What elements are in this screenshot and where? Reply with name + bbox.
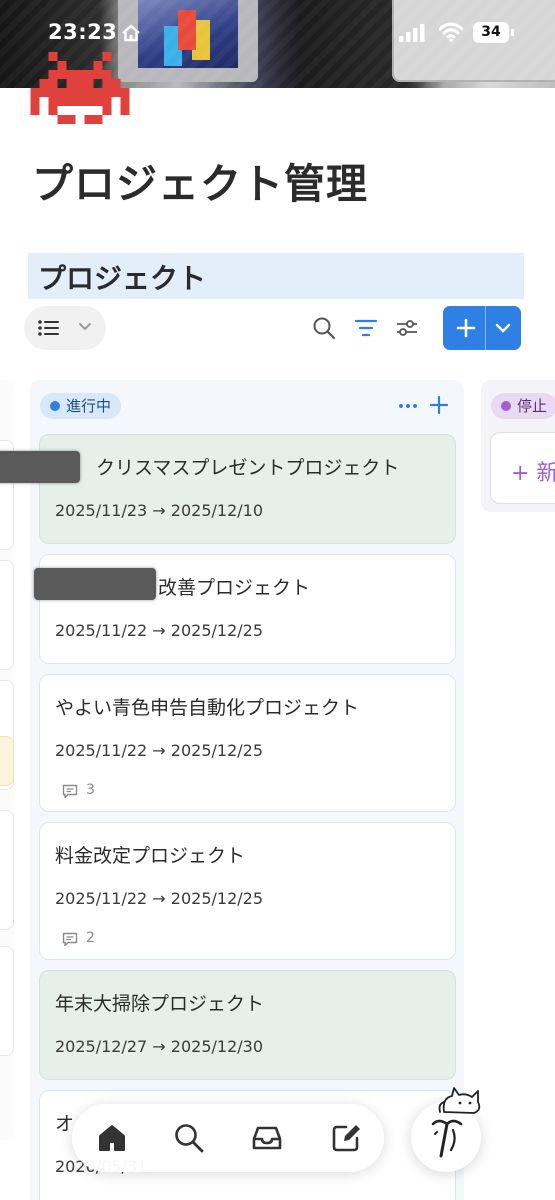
- notion-ai-icon: [431, 1119, 463, 1158]
- comment-icon: [62, 784, 78, 799]
- page-title[interactable]: プロジェクト管理: [32, 150, 368, 210]
- redacted-text: [0, 451, 80, 483]
- cellular-signal-icon: [399, 24, 425, 42]
- search-icon[interactable]: [173, 1122, 205, 1154]
- status-badge[interactable]: 進行中: [40, 393, 122, 419]
- chevron-down-icon[interactable]: [495, 323, 511, 333]
- project-card[interactable]: クリスマスプレゼントプロジェクト 2025/11/23 → 2025/12/10: [39, 434, 456, 544]
- card-title: 年末大掃除プロジェクト: [55, 993, 265, 1015]
- new-item-button[interactable]: [443, 306, 521, 350]
- card-title: やよい青色申告自動化プロジェクト: [55, 697, 360, 719]
- notion-board-page: 23:23 34 プロジェクト管理 プロジェクト 進行中 クリスマスプレゼントプ…: [0, 0, 555, 1200]
- card-title: クリスマスプレゼントプロジェクト: [96, 457, 400, 479]
- status-time: 23:23: [48, 20, 118, 44]
- plus-icon: [456, 318, 476, 338]
- view-switcher-button[interactable]: [24, 306, 106, 350]
- list-icon: [38, 320, 59, 336]
- cat-icon: [438, 1087, 481, 1114]
- redacted-text: [34, 568, 156, 600]
- project-card[interactable]: やよい青色申告自動化プロジェクト 2025/11/22 → 2025/12/25…: [39, 674, 456, 812]
- new-card-button[interactable]: + 新: [490, 432, 555, 504]
- status-dot: [50, 401, 60, 411]
- board-column-previous[interactable]: [0, 380, 14, 1140]
- card-date: 2025/11/22 → 2025/12/25: [55, 741, 264, 760]
- inbox-icon[interactable]: [251, 1122, 283, 1154]
- card-date: 2025/11/22 → 2025/12/25: [55, 621, 264, 640]
- bottom-navigation: [72, 1104, 384, 1172]
- search-icon[interactable]: [312, 316, 336, 340]
- card-date: 2025/11/22 → 2025/12/25: [55, 889, 264, 908]
- project-card[interactable]: 料金改定プロジェクト 2025/11/22 → 2025/12/25 2: [39, 822, 456, 960]
- add-card-icon[interactable]: [430, 396, 448, 414]
- home-status-icon: [122, 24, 140, 42]
- section-heading[interactable]: プロジェクト: [28, 253, 524, 299]
- battery-indicator: 34: [473, 22, 514, 43]
- more-icon[interactable]: [398, 396, 418, 416]
- card-date: 2025/12/27 → 2025/12/30: [55, 1037, 264, 1056]
- card-title: 改善プロジェクト: [158, 577, 311, 599]
- card-date: 2025/11/23 → 2025/12/10: [55, 501, 264, 520]
- card-title: 料金改定プロジェクト: [55, 845, 246, 867]
- project-card[interactable]: 年末大掃除プロジェクト 2025/12/27 → 2025/12/30: [39, 970, 456, 1080]
- board-column-in-progress: 進行中 クリスマスプレゼントプロジェクト 2025/11/23 → 2025/1…: [0, 380, 464, 1200]
- sliders-icon[interactable]: [395, 316, 419, 340]
- wifi-icon: [439, 22, 463, 42]
- card-title: オ: [55, 1113, 75, 1135]
- section-title: プロジェクト: [38, 262, 207, 295]
- home-icon[interactable]: [96, 1122, 128, 1154]
- comment-icon: [62, 932, 78, 947]
- status-badge[interactable]: 停止: [491, 393, 555, 419]
- edit-icon[interactable]: [330, 1122, 362, 1154]
- space-invader-icon[interactable]: [30, 52, 130, 124]
- chevron-down-icon: [79, 323, 91, 331]
- status-dot: [501, 401, 511, 411]
- board-column-stopped: 停止 + 新: [481, 380, 555, 512]
- filter-icon[interactable]: [354, 316, 378, 340]
